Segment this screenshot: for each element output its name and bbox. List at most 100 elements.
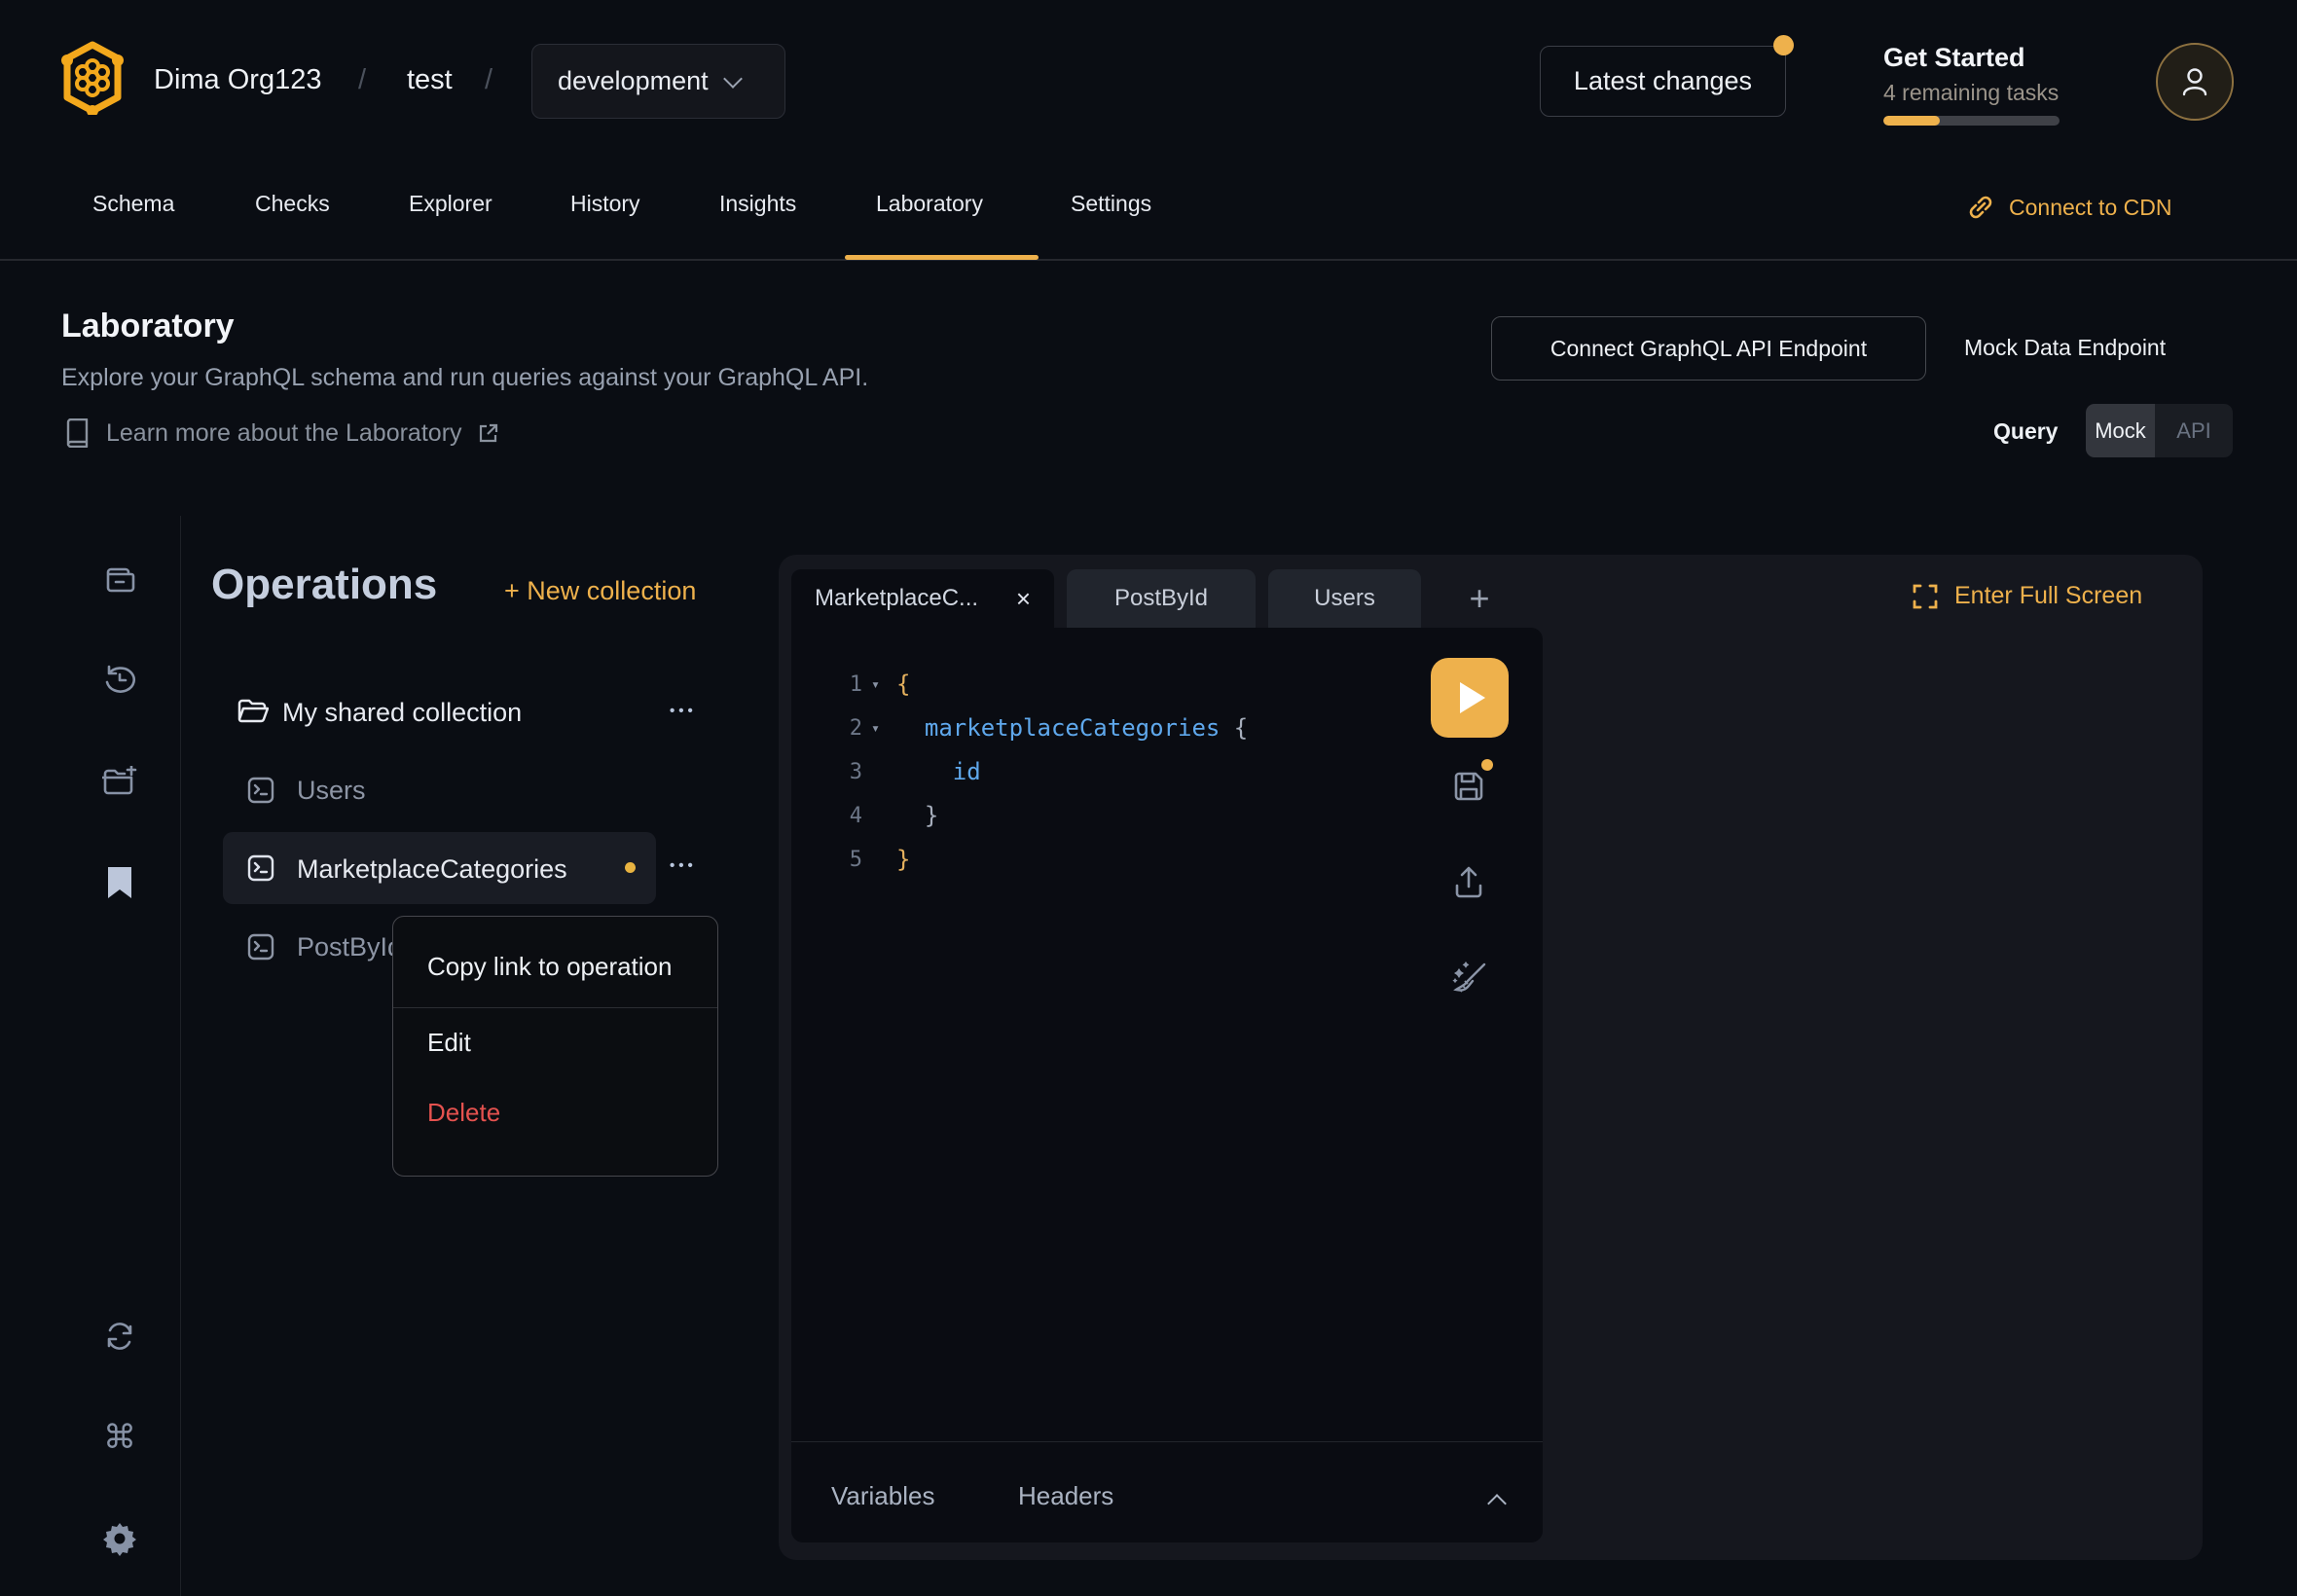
rail-divider <box>180 516 181 1596</box>
folder-open-icon <box>237 697 269 726</box>
breadcrumb-org[interactable]: Dima Org123 <box>154 64 321 96</box>
unsaved-changes-dot <box>1481 759 1493 771</box>
chevron-up-icon <box>1487 1494 1507 1513</box>
line-number: 4 <box>791 794 862 838</box>
collection-box-icon[interactable] <box>101 562 138 598</box>
active-tab-underline <box>845 255 1039 260</box>
operation-icon <box>247 933 274 961</box>
external-link-icon <box>478 422 499 444</box>
new-tab-button[interactable]: + <box>1450 569 1509 628</box>
tab-checks[interactable]: Checks <box>255 191 330 217</box>
code-line: 4 } <box>791 794 1543 838</box>
code-token-field: id <box>953 758 981 785</box>
menu-item-delete[interactable]: Delete <box>427 1098 500 1128</box>
share-upload-button[interactable] <box>1449 862 1488 901</box>
editor-tab-label: Users <box>1314 585 1375 612</box>
new-collection-button[interactable]: + New collection <box>504 576 696 606</box>
format-clean-button[interactable] <box>1449 957 1488 996</box>
connect-endpoint-button[interactable]: Connect GraphQL API Endpoint <box>1491 316 1926 381</box>
get-started-title: Get Started <box>1883 43 2025 73</box>
tab-schema[interactable]: Schema <box>92 191 174 217</box>
user-avatar[interactable] <box>2156 43 2234 121</box>
enter-fullscreen-button[interactable]: Enter Full Screen <box>1912 582 2142 610</box>
code-token: { <box>896 671 910 698</box>
save-button[interactable] <box>1449 767 1488 806</box>
toggle-option-mock[interactable]: Mock <box>2086 404 2155 457</box>
connect-to-cdn-link[interactable]: Connect to CDN <box>1966 193 2171 222</box>
line-number: 2 <box>791 707 862 750</box>
latest-changes-button[interactable]: Latest changes <box>1540 46 1786 117</box>
bookmark-icon[interactable] <box>101 864 138 901</box>
query-editor[interactable]: 1 ▾ { 2 ▾ marketplaceCategories { 3 id 4… <box>791 628 1543 1542</box>
get-started-progress-fill <box>1883 116 1940 126</box>
tab-insights[interactable]: Insights <box>719 191 796 217</box>
line-number: 1 <box>791 663 862 707</box>
code-line: 5 } <box>791 838 1543 882</box>
connect-endpoint-label: Connect GraphQL API Endpoint <box>1550 336 1867 362</box>
query-mode-label: Query <box>1993 418 2058 445</box>
latest-changes-label: Latest changes <box>1574 66 1752 96</box>
code-token: { <box>1220 714 1248 742</box>
fullscreen-icon <box>1912 583 1939 610</box>
operation-item-users[interactable]: Users <box>297 776 366 806</box>
menu-divider <box>393 1007 717 1008</box>
connect-to-cdn-label: Connect to CDN <box>2009 195 2171 221</box>
code-token: } <box>925 802 938 829</box>
chevron-down-icon <box>723 69 743 89</box>
sync-icon[interactable] <box>101 1318 138 1355</box>
folder-add-icon[interactable] <box>101 763 138 800</box>
collapse-panel-button[interactable] <box>1490 1489 1504 1510</box>
collection-menu-button[interactable]: ••• <box>670 703 697 719</box>
toggle-option-api[interactable]: API <box>2155 404 2233 457</box>
menu-item-edit[interactable]: Edit <box>427 1028 471 1058</box>
tab-history[interactable]: History <box>570 191 640 217</box>
tab-laboratory[interactable]: Laboratory <box>876 191 983 217</box>
operation-icon <box>247 777 274 804</box>
line-number: 5 <box>791 838 862 882</box>
settings-gear-icon[interactable] <box>101 1520 138 1557</box>
breadcrumb-separator: / <box>358 64 366 96</box>
page-title: Laboratory <box>61 308 235 345</box>
fold-caret-icon[interactable]: ▾ <box>871 663 880 707</box>
variables-tab[interactable]: Variables <box>831 1481 934 1511</box>
enter-fullscreen-label: Enter Full Screen <box>1954 582 2142 610</box>
tab-settings[interactable]: Settings <box>1071 191 1151 217</box>
learn-more-label: Learn more about the Laboratory <box>106 419 462 448</box>
get-started-progressbar <box>1883 116 2060 126</box>
line-number: 3 <box>791 750 862 794</box>
nav-divider <box>0 259 2297 261</box>
context-menu: Copy link to operation Edit Delete <box>392 916 718 1177</box>
editor-tab-marketplacecategories[interactable]: MarketplaceC... × <box>791 569 1054 628</box>
history-icon[interactable] <box>101 662 138 699</box>
code-line: 3 id <box>791 750 1543 794</box>
fold-caret-icon[interactable]: ▾ <box>871 707 880 750</box>
get-started-subtitle: 4 remaining tasks <box>1883 80 2059 106</box>
collection-name[interactable]: My shared collection <box>282 698 522 728</box>
operation-icon <box>247 854 274 882</box>
page-description: Explore your GraphQL schema and run quer… <box>61 364 868 392</box>
play-icon <box>1460 682 1485 713</box>
book-icon <box>64 418 91 448</box>
editor-tab-label: MarketplaceC... <box>815 585 978 612</box>
link-icon <box>1966 193 1995 222</box>
close-tab-icon[interactable]: × <box>1016 584 1031 614</box>
apollo-graphos-logo-icon[interactable] <box>61 41 124 115</box>
command-icon[interactable]: ⌘ <box>101 1419 138 1456</box>
menu-item-copy-link[interactable]: Copy link to operation <box>427 952 672 982</box>
headers-tab[interactable]: Headers <box>1018 1481 1113 1511</box>
mock-data-endpoint-link[interactable]: Mock Data Endpoint <box>1964 335 2166 361</box>
tab-explorer[interactable]: Explorer <box>409 191 492 217</box>
learn-more-link[interactable]: Learn more about the Laboratory <box>64 418 499 448</box>
editor-tab-users[interactable]: Users <box>1268 569 1421 628</box>
variant-dropdown[interactable]: development <box>531 44 785 119</box>
breadcrumb-graph[interactable]: test <box>407 64 453 96</box>
editor-tab-postbyid[interactable]: PostById <box>1067 569 1256 628</box>
run-query-button[interactable] <box>1431 658 1509 738</box>
unsaved-changes-dot <box>625 862 636 873</box>
operation-menu-button[interactable]: ••• <box>670 857 697 874</box>
query-mode-toggle[interactable]: Mock API <box>2086 404 2233 457</box>
operation-item-postbyid[interactable]: PostById <box>297 932 402 962</box>
code-token-field: marketplaceCategories <box>925 714 1220 742</box>
operations-title: Operations <box>211 561 437 609</box>
operation-item-marketplacecategories[interactable]: MarketplaceCategories <box>297 854 567 885</box>
